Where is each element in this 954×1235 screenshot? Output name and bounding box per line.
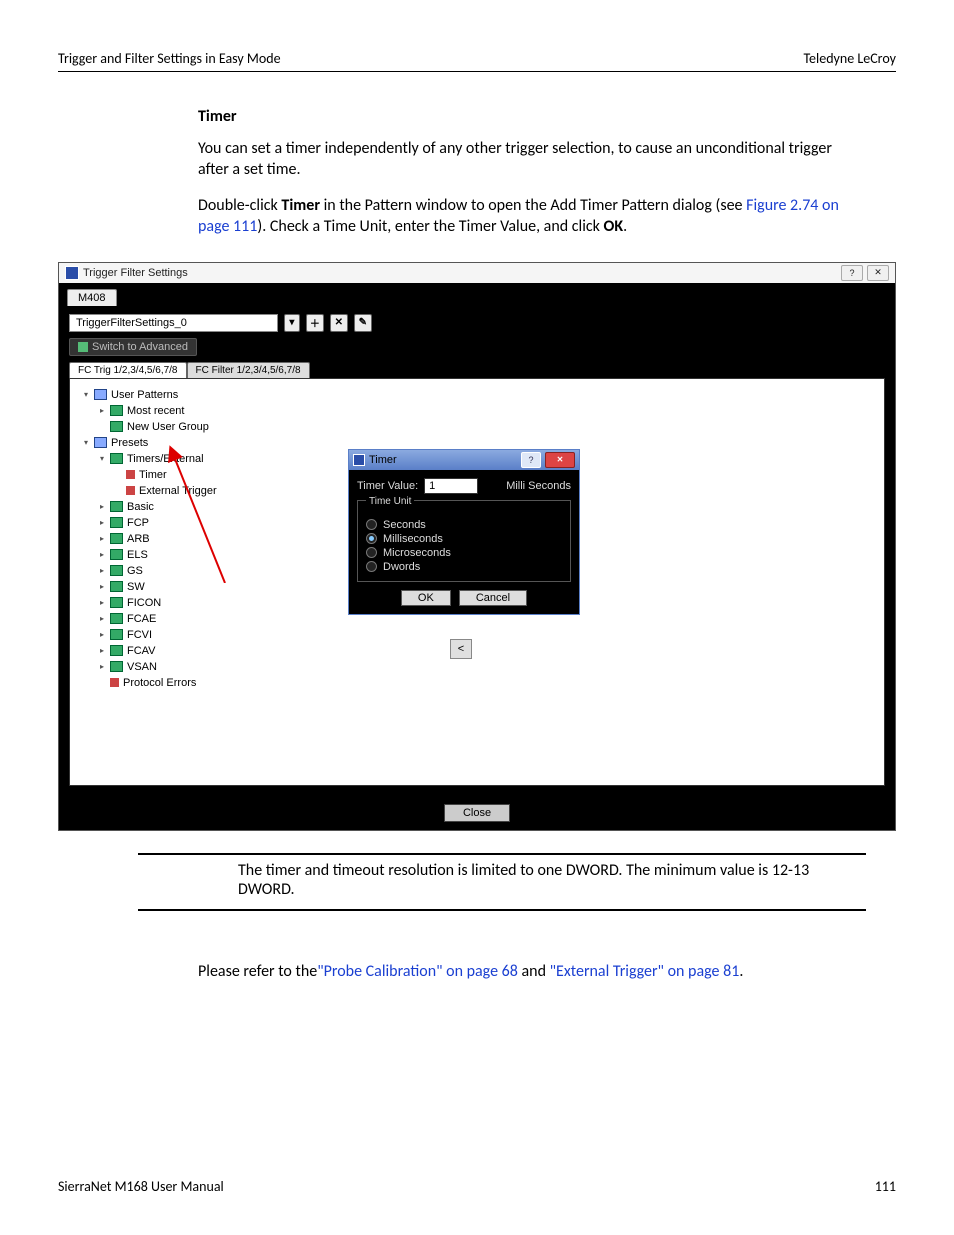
dialog-close-button[interactable]: ✕ [545, 452, 575, 468]
tree-user-patterns[interactable]: ▾User Patterns [82, 387, 876, 403]
leaf-icon [110, 678, 119, 687]
folder-icon [110, 565, 123, 576]
app-icon [65, 266, 79, 280]
folder-icon [110, 405, 123, 416]
folder-icon [110, 645, 123, 656]
tree-fcav[interactable]: ▸FCAV [98, 643, 876, 659]
leaf-icon [126, 470, 135, 479]
folder-icon [110, 517, 123, 528]
subtab-fc-trig[interactable]: FC Trig 1/2,3/4,5/6,7/8 [69, 362, 187, 378]
folder-icon [110, 597, 123, 608]
root-icon [94, 389, 107, 400]
switch-to-advanced-button[interactable]: Switch to Advanced [69, 338, 197, 356]
edit-icon[interactable]: ✎ [354, 314, 372, 332]
timer-unit-suffix: Milli Seconds [506, 480, 571, 492]
folder-icon [110, 453, 123, 464]
probe-calibration-link[interactable]: "Probe Calibration" on page 68 [317, 962, 518, 981]
dropdown-icon[interactable]: ▾ [284, 314, 300, 332]
ok-button[interactable]: OK [401, 590, 451, 606]
footer-page-number: 111 [875, 1178, 896, 1195]
radio-dwords[interactable]: Dwords [366, 561, 562, 573]
timer-dialog: Timer ? ✕ Timer Value: 1 Milli Sec [348, 449, 580, 615]
tree-vsan[interactable]: ▸VSAN [98, 659, 876, 675]
subtab-fc-filter[interactable]: FC Filter 1/2,3/4,5/6,7/8 [187, 362, 310, 378]
folder-icon [110, 613, 123, 624]
leaf-icon [126, 486, 135, 495]
figure-screenshot: Trigger Filter Settings ? ✕ M408 Trigger… [58, 262, 896, 831]
folder-icon [110, 629, 123, 640]
note-callout: The timer and timeout resolution is limi… [138, 853, 866, 911]
close-window-button[interactable]: Close [444, 804, 510, 822]
timer-value-label: Timer Value: [357, 480, 418, 492]
running-header-right: Teledyne LeCroy [803, 50, 896, 67]
time-unit-group-label: Time Unit [366, 496, 414, 507]
para-2: Double-click Timer in the Pattern window… [198, 195, 866, 238]
radio-microseconds[interactable]: Microseconds [366, 547, 562, 559]
dialog-title: Timer [369, 454, 397, 466]
external-trigger-link[interactable]: "External Trigger" on page 81 [550, 962, 740, 981]
close-icon[interactable]: ✕ [867, 265, 889, 281]
timer-value-input[interactable]: 1 [424, 478, 478, 494]
folder-icon [110, 661, 123, 672]
dialog-help-button[interactable]: ? [521, 452, 541, 468]
mode-icon [78, 342, 88, 352]
collapse-chevron-icon[interactable]: < [450, 639, 472, 659]
folder-icon [110, 533, 123, 544]
tab-device[interactable]: M408 [67, 289, 117, 306]
root-icon [94, 437, 107, 448]
help-icon[interactable]: ? [841, 265, 863, 281]
tree-most-recent[interactable]: ▸Most recent [98, 403, 876, 419]
tree-new-user-group[interactable]: New User Group [98, 419, 876, 435]
radio-seconds[interactable]: Seconds [366, 519, 562, 531]
radio-milliseconds[interactable]: Milliseconds [366, 533, 562, 545]
settings-name-field[interactable]: TriggerFilterSettings_0 [69, 314, 278, 332]
window-title: Trigger Filter Settings [83, 267, 188, 279]
add-icon[interactable]: ＋ [306, 314, 324, 332]
para-1: You can set a timer independently of any… [198, 138, 866, 181]
tree-fcvi[interactable]: ▸FCVI [98, 627, 876, 643]
see-also: Please refer to the"Probe Calibration" o… [198, 961, 866, 983]
footer-doc-title: SierraNet M168 User Manual [58, 1178, 224, 1195]
folder-icon [110, 581, 123, 592]
folder-icon [110, 549, 123, 560]
running-header-left: Trigger and Filter Settings in Easy Mode [58, 50, 281, 67]
cancel-button[interactable]: Cancel [459, 590, 527, 606]
dialog-icon [353, 454, 365, 466]
delete-icon[interactable]: ✕ [330, 314, 348, 332]
folder-icon [110, 501, 123, 512]
folder-icon [110, 421, 123, 432]
section-heading: Timer [198, 106, 866, 128]
tree-protocol-errors[interactable]: Protocol Errors [98, 675, 876, 691]
